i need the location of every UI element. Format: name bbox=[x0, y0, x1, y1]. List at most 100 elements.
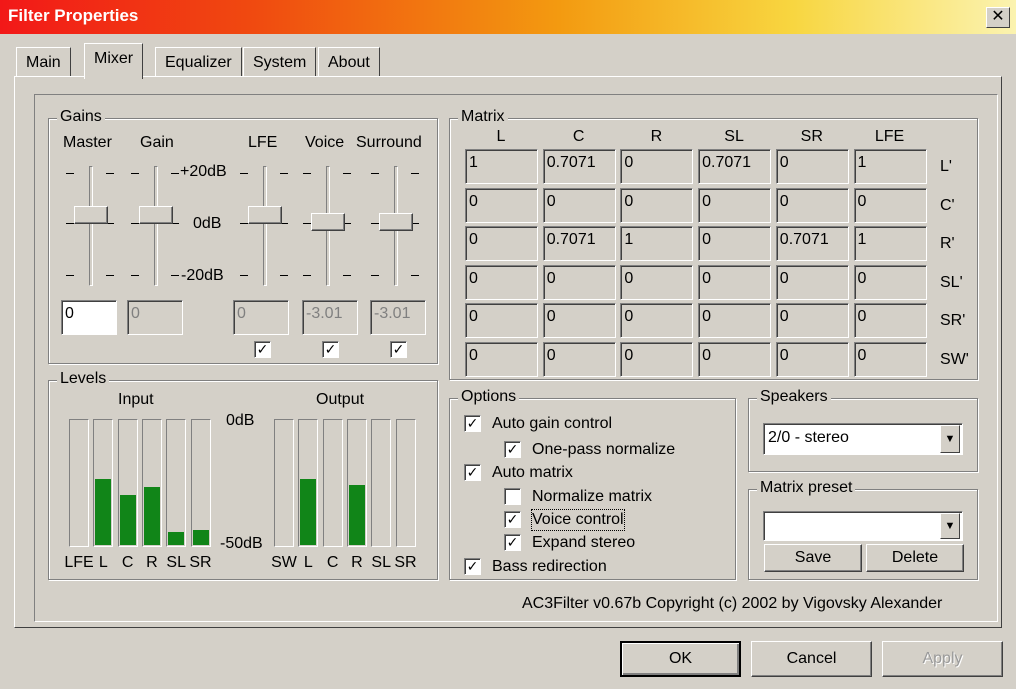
gain-input[interactable]: 0 bbox=[127, 300, 183, 335]
voice-gain-checkbox[interactable]: ✓ bbox=[322, 341, 339, 358]
matrix-cell[interactable]: 0 bbox=[853, 342, 927, 377]
matrix-cell[interactable]: 0 bbox=[620, 149, 694, 184]
matrix-cell[interactable]: 0 bbox=[465, 264, 538, 300]
matrix-cell[interactable]: 0 bbox=[620, 342, 694, 377]
expand-stereo-checkbox[interactable]: ✓ bbox=[504, 534, 521, 551]
input-meter-fill bbox=[192, 530, 209, 545]
tab-mixer[interactable]: Mixer bbox=[84, 43, 144, 79]
lfe-gain-input[interactable]: 0 bbox=[233, 300, 289, 335]
tab-about[interactable]: About bbox=[318, 47, 380, 77]
output-channel-label: C bbox=[326, 554, 339, 571]
speakers-select[interactable]: 2/0 - stereo bbox=[763, 423, 963, 455]
matrix-cell[interactable]: 1 bbox=[465, 149, 538, 184]
auto-matrix-checkbox[interactable]: ✓ bbox=[464, 464, 481, 481]
master-gain-input[interactable]: 0 bbox=[61, 300, 117, 335]
matrix-cell[interactable]: 0 bbox=[853, 187, 927, 223]
matrix-cell[interactable]: 0 bbox=[698, 342, 772, 377]
lfe-slider-track[interactable] bbox=[263, 166, 267, 286]
auto-matrix-label[interactable]: Auto matrix bbox=[492, 463, 573, 483]
surround-gain-checkbox[interactable]: ✓ bbox=[390, 341, 407, 358]
matrix-cell[interactable]: 0.7071 bbox=[542, 226, 616, 262]
matrix-cell[interactable]: 0.7071 bbox=[542, 149, 616, 184]
cancel-button[interactable]: Cancel bbox=[751, 641, 872, 677]
tab-equalizer[interactable]: Equalizer bbox=[155, 47, 242, 77]
apply-button[interactable]: Apply bbox=[882, 641, 1003, 677]
slider-tick bbox=[66, 173, 74, 174]
close-button[interactable]: ✕ bbox=[986, 7, 1010, 28]
matrix-cell[interactable]: 0 bbox=[542, 187, 616, 223]
matrix-cell[interactable]: 0 bbox=[465, 342, 538, 377]
ok-label: OK bbox=[668, 650, 693, 667]
input-meter-sl bbox=[166, 419, 187, 547]
auto-gain-label[interactable]: Auto gain control bbox=[492, 414, 612, 434]
matrix-cell[interactable]: 0 bbox=[775, 342, 849, 377]
slider-tick bbox=[171, 173, 179, 174]
ok-button[interactable]: OK bbox=[620, 641, 741, 677]
tab-main[interactable]: Main bbox=[16, 47, 71, 77]
voice-slider-thumb[interactable] bbox=[311, 212, 345, 231]
input-meter-fill bbox=[143, 487, 160, 545]
speakers-dropdown-button[interactable]: ▼ bbox=[940, 425, 960, 453]
matrix-cell[interactable]: 0 bbox=[698, 303, 772, 339]
level-bottom-label: -50dB bbox=[220, 535, 263, 552]
slider-tick bbox=[411, 275, 419, 276]
matrix-col-header: C bbox=[572, 128, 585, 145]
lfe-gain-checkbox[interactable]: ✓ bbox=[254, 341, 271, 358]
matrix-cell[interactable]: 0 bbox=[542, 303, 616, 339]
matrix-cell[interactable]: 0.7071 bbox=[698, 149, 772, 184]
voice-gain-input[interactable]: -3.01 bbox=[302, 300, 358, 335]
matrix-cell[interactable]: 0 bbox=[853, 264, 927, 300]
matrix-cell[interactable]: 0 bbox=[465, 226, 538, 262]
slider-tick bbox=[171, 275, 179, 276]
output-meter-sw bbox=[274, 419, 294, 547]
matrix-cell[interactable]: 0 bbox=[542, 342, 616, 377]
matrix-cell[interactable]: 0 bbox=[465, 303, 538, 339]
matrix-cell[interactable]: 0 bbox=[698, 264, 772, 300]
bass-redirection-checkbox[interactable]: ✓ bbox=[464, 558, 481, 575]
matrix-preset-dropdown-button[interactable]: ▼ bbox=[940, 513, 960, 539]
voice-control-checkbox[interactable]: ✓ bbox=[504, 511, 521, 528]
matrix-cell[interactable]: 1 bbox=[620, 226, 694, 262]
matrix-cell[interactable]: 0 bbox=[542, 264, 616, 300]
expand-stereo-label[interactable]: Expand stereo bbox=[532, 533, 635, 553]
one-pass-label[interactable]: One-pass normalize bbox=[532, 440, 675, 460]
master-slider-track[interactable] bbox=[89, 166, 93, 286]
surround-gain-input[interactable]: -3.01 bbox=[370, 300, 426, 335]
matrix-cell[interactable]: 1 bbox=[853, 149, 927, 184]
matrix-cell[interactable]: 0 bbox=[853, 303, 927, 339]
matrix-cell[interactable]: 0 bbox=[775, 303, 849, 339]
normalize-matrix-checkbox[interactable] bbox=[504, 488, 521, 505]
matrix-cell[interactable]: 0 bbox=[698, 187, 772, 223]
matrix-cell[interactable]: 0 bbox=[620, 264, 694, 300]
input-channel-label: L bbox=[98, 554, 108, 571]
delete-preset-label: Delete bbox=[891, 549, 939, 566]
input-meter-fill bbox=[168, 532, 185, 545]
save-preset-button[interactable]: Save bbox=[764, 544, 862, 572]
gain-slider-thumb[interactable] bbox=[139, 206, 173, 224]
matrix-cell[interactable]: 0 bbox=[775, 264, 849, 300]
surround-slider-thumb[interactable] bbox=[379, 212, 413, 231]
gain-slider-track[interactable] bbox=[154, 166, 158, 286]
bass-redirection-label[interactable]: Bass redirection bbox=[492, 557, 607, 577]
tab-system[interactable]: System bbox=[243, 47, 317, 77]
matrix-cell[interactable]: 0 bbox=[698, 226, 772, 262]
voice-control-label[interactable]: Voice control bbox=[531, 509, 625, 531]
matrix-cell[interactable]: 0 bbox=[620, 303, 694, 339]
matrix-preset-combo[interactable] bbox=[763, 511, 963, 541]
one-pass-checkbox[interactable]: ✓ bbox=[504, 441, 521, 458]
normalize-matrix-label[interactable]: Normalize matrix bbox=[532, 487, 652, 507]
matrix-cell[interactable]: 0 bbox=[775, 149, 849, 184]
matrix-cell[interactable]: 1 bbox=[853, 226, 927, 262]
matrix-cell[interactable]: 0.7071 bbox=[775, 226, 849, 262]
tab-label: Main bbox=[26, 54, 61, 71]
matrix-cell[interactable]: 0 bbox=[775, 187, 849, 223]
output-channel-label: R bbox=[351, 554, 363, 571]
master-slider-thumb[interactable] bbox=[74, 206, 108, 224]
matrix-cell[interactable]: 0 bbox=[465, 187, 538, 223]
lfe-label: LFE bbox=[248, 134, 278, 151]
matrix-cell[interactable]: 0 bbox=[620, 187, 694, 223]
auto-gain-checkbox[interactable]: ✓ bbox=[464, 415, 481, 432]
delete-preset-button[interactable]: Delete bbox=[866, 544, 964, 572]
output-meter-l bbox=[298, 419, 319, 547]
lfe-slider-thumb[interactable] bbox=[248, 206, 282, 224]
